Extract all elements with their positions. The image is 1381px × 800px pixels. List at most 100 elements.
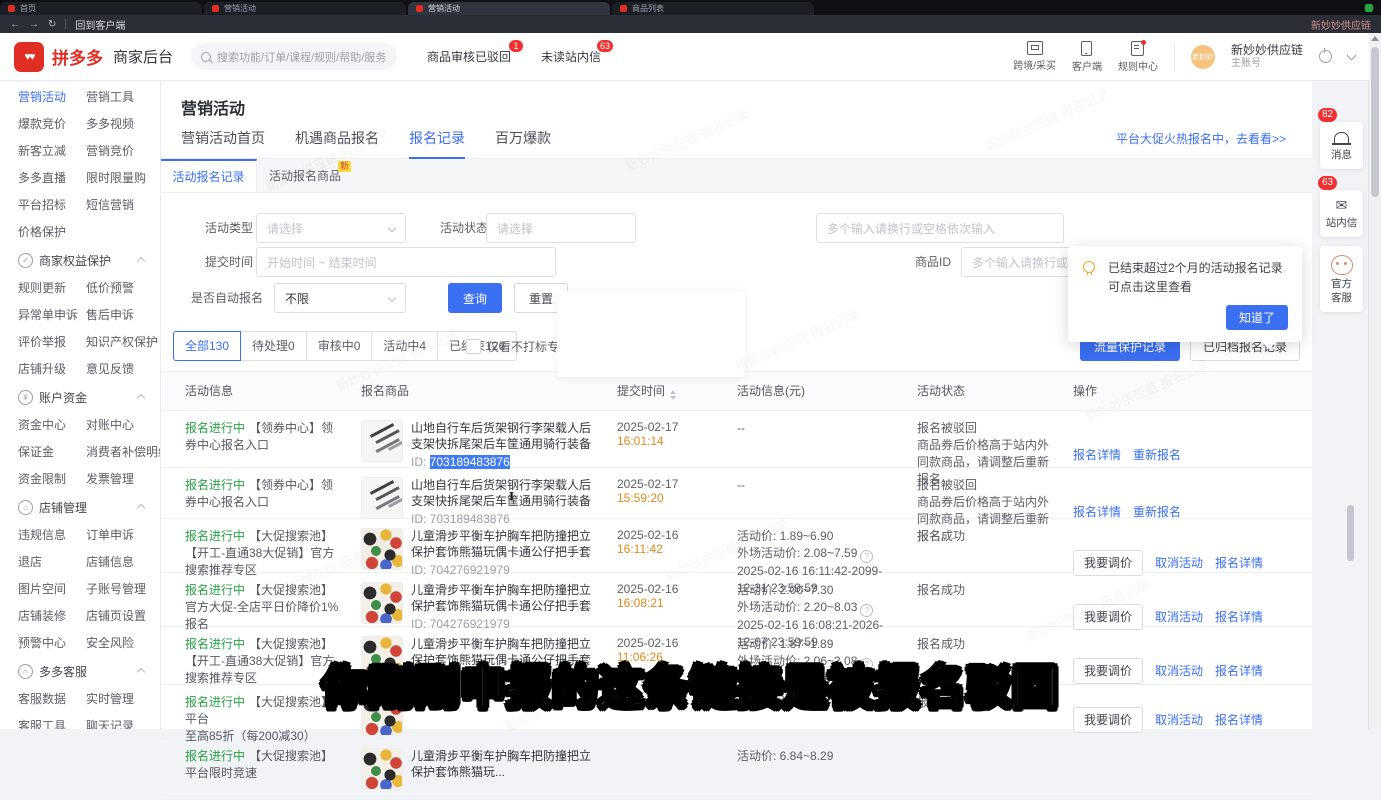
chevron-up-icon[interactable] — [137, 667, 145, 675]
sidebar-item-规则更新[interactable]: 规则更新 — [18, 279, 84, 296]
chip-审核中0[interactable]: 审核中0 — [306, 331, 373, 361]
action-link-报名详情[interactable]: 报名详情 — [1073, 503, 1121, 520]
sidebar-item-违规信息[interactable]: 违规信息 — [18, 526, 84, 543]
adjust-price-button[interactable]: 我要调价 — [1073, 604, 1143, 630]
chevron-up-icon[interactable] — [137, 256, 145, 264]
sidebar-item-意见反馈[interactable]: 意见反馈 — [86, 360, 160, 377]
product-thumbnail[interactable] — [361, 420, 403, 462]
rail-messages-button[interactable]: 消息 — [1320, 122, 1363, 169]
adjust-price-button[interactable]: 我要调价 — [1073, 550, 1143, 576]
address-text[interactable]: 回到客户端 — [75, 17, 125, 32]
browser-tab-3[interactable]: 商品列表 — [612, 2, 814, 15]
sidebar-item-价格保护[interactable]: 价格保护 — [18, 223, 84, 240]
sidebar-item-多多视频[interactable]: 多多视频 — [86, 115, 160, 132]
sidebar-item-对账中心[interactable]: 对账中心 — [86, 416, 161, 433]
action-link-重新报名[interactable]: 重新报名 — [1133, 503, 1181, 520]
sidebar-item-保证金[interactable]: 保证金 — [18, 443, 84, 460]
scroll-up-arrow[interactable] — [1371, 36, 1379, 41]
sidebar-item-爆款竞价[interactable]: 爆款竞价 — [18, 115, 84, 132]
sidebar-item-短信营销[interactable]: 短信营销 — [86, 196, 160, 213]
action-link-报名详情[interactable]: 报名详情 — [1215, 711, 1263, 728]
quick-link-rules[interactable]: 规则中心 — [1118, 41, 1158, 73]
rail-official-service-button[interactable]: 官方 客服 — [1320, 246, 1363, 312]
chevron-up-icon[interactable] — [137, 393, 145, 401]
product-title[interactable]: 山地自行车后货架钢行李架载人后支架快拆尾架后车筐通用骑行装备 — [411, 420, 597, 452]
sidebar-item-店铺页设置[interactable]: 店铺页设置 — [86, 607, 160, 624]
browser-scrollbar[interactable] — [1368, 33, 1381, 729]
quick-link-crossborder[interactable]: 跨境/采买 — [1013, 41, 1056, 72]
tab-机遇商品报名[interactable]: 机遇商品报名 — [295, 128, 379, 158]
sidebar-item-实时管理[interactable]: 实时管理 — [86, 690, 160, 707]
scrollbar-thumb[interactable] — [1371, 47, 1379, 197]
sidebar-item-异常单申诉[interactable]: 异常单申诉 — [18, 306, 84, 323]
browser-profile-label[interactable]: 新妙妙供应链 — [1311, 17, 1371, 32]
account-avatar[interactable]: 新妙妙 — [1191, 45, 1215, 69]
action-link-重新报名[interactable]: 重新报名 — [1133, 446, 1181, 463]
sidebar-item-营销竞价[interactable]: 营销竞价 — [86, 142, 160, 159]
audit-rejected-link[interactable]: 商品审核已驳回 1 — [427, 48, 511, 65]
sidebar-item-新客立减[interactable]: 新客立减 — [18, 142, 84, 159]
browser-tab-0[interactable]: 首页 — [0, 2, 202, 15]
sidebar-item-退店[interactable]: 退店 — [18, 553, 84, 570]
action-link-报名详情[interactable]: 报名详情 — [1215, 608, 1263, 625]
chip-全部130[interactable]: 全部130 — [173, 331, 241, 361]
promo-link[interactable]: 平台大促火热报名中，去看看>> — [1116, 130, 1286, 147]
product-thumbnail[interactable] — [361, 748, 403, 790]
product-title[interactable]: 儿童滑步平衡车护胸车把防撞把立保护套饰熊猫玩偶卡通公仔把手套 — [411, 528, 597, 560]
sidebar-item-客服数据[interactable]: 客服数据 — [18, 690, 84, 707]
product-thumbnail[interactable] — [361, 528, 403, 570]
sidebar-item-知识产权保护[interactable]: 知识产权保护 — [86, 333, 160, 350]
action-link-取消活动[interactable]: 取消活动 — [1155, 662, 1203, 679]
back-icon[interactable]: ← — [10, 19, 20, 30]
sidebar-item-低价预警[interactable]: 低价预警 — [86, 279, 160, 296]
got-it-button[interactable]: 知道了 — [1226, 305, 1288, 330]
activity-id-input[interactable]: 多个输入请换行或空格依次输入 — [816, 213, 1064, 243]
inner-scrollbar-thumb[interactable] — [1347, 505, 1354, 561]
sidebar-item-平台招标[interactable]: 平台招标 — [18, 196, 84, 213]
global-search-input[interactable]: 搜索功能/订单/课程/规则/帮助/服务 — [191, 43, 397, 70]
reload-icon[interactable]: ↻ — [48, 19, 56, 30]
sidebar-item-评价举报[interactable]: 评价举报 — [18, 333, 84, 350]
sidebar-item-多多直播[interactable]: 多多直播 — [18, 169, 84, 186]
product-title[interactable]: 儿童滑步平衡车护胸车把防撞把立保护套饰熊猫玩... — [411, 748, 597, 780]
question-icon[interactable]: ? — [860, 550, 873, 563]
subtab-活动报名商品[interactable]: 活动报名商品新 — [257, 159, 353, 192]
tab-百万爆款[interactable]: 百万爆款 — [495, 128, 551, 158]
sidebar-item-资金限制[interactable]: 资金限制 — [18, 470, 84, 487]
product-title[interactable]: 儿童滑步平衡车护胸车把防撞把立保护套饰熊猫玩偶卡通公仔把手套 — [411, 582, 597, 614]
product-thumbnail[interactable] — [361, 582, 403, 624]
sidebar-item-售后申诉[interactable]: 售后申诉 — [86, 306, 160, 323]
sidebar-item-营销工具[interactable]: 营销工具 — [86, 88, 160, 105]
activity-type-select[interactable]: 请选择 — [256, 213, 406, 243]
sidebar-group-header[interactable]: ∩多多客服 — [18, 663, 160, 680]
sidebar-item-安全风险[interactable]: 安全风险 — [86, 634, 160, 651]
action-link-取消活动[interactable]: 取消活动 — [1155, 711, 1203, 728]
action-link-报名详情[interactable]: 报名详情 — [1215, 554, 1263, 571]
action-link-取消活动[interactable]: 取消活动 — [1155, 554, 1203, 571]
tab-报名记录[interactable]: 报名记录 — [409, 128, 465, 159]
sidebar-item-资金中心[interactable]: 资金中心 — [18, 416, 84, 433]
chevron-down-icon[interactable] — [1347, 50, 1357, 60]
sidebar-item-预警中心[interactable]: 预警中心 — [18, 634, 84, 651]
tab-营销活动首页[interactable]: 营销活动首页 — [181, 128, 265, 158]
only-unmarked-checkbox[interactable] — [466, 339, 481, 354]
sidebar-item-店铺信息[interactable]: 店铺信息 — [86, 553, 160, 570]
adjust-price-button[interactable]: 我要调价 — [1073, 658, 1143, 684]
chevron-up-icon[interactable] — [137, 503, 145, 511]
activity-status-select[interactable]: 请选择 — [486, 213, 636, 243]
question-icon[interactable]: ? — [860, 604, 873, 617]
quick-link-client[interactable]: 客户端 — [1072, 41, 1102, 73]
chip-活动中4[interactable]: 活动中4 — [371, 331, 438, 361]
product-thumbnail[interactable] — [361, 477, 403, 519]
sidebar-item-店铺装修[interactable]: 店铺装修 — [18, 607, 84, 624]
sidebar-item-客服工具[interactable]: 客服工具 — [18, 717, 84, 729]
sidebar-group-header[interactable]: ¥账户资金 — [18, 389, 160, 406]
sidebar-item-订单申诉[interactable]: 订单申诉 — [86, 526, 160, 543]
subtab-活动报名记录[interactable]: 活动报名记录 — [161, 159, 257, 192]
action-link-取消活动[interactable]: 取消活动 — [1155, 608, 1203, 625]
chip-待处理0[interactable]: 待处理0 — [240, 331, 307, 361]
forward-icon[interactable]: → — [29, 19, 39, 30]
product-title[interactable]: 山地自行车后货架钢行李架载人后支架快拆尾架后车筐通用骑行装备 — [411, 477, 597, 509]
unread-mail-link[interactable]: 未读站内信 63 — [541, 48, 601, 65]
sidebar-item-聊天记录[interactable]: 聊天记录 — [86, 717, 160, 729]
